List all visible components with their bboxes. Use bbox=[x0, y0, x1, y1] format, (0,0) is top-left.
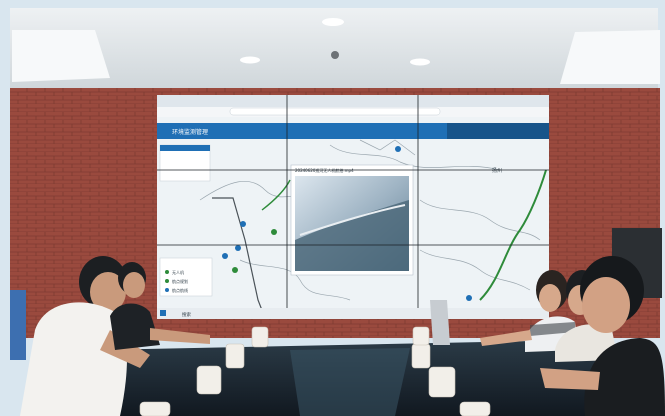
ceiling-camera bbox=[331, 51, 339, 59]
ceiling-light-left bbox=[12, 30, 110, 82]
ceiling-spotlight bbox=[410, 58, 430, 66]
panel-item: 航点规划 bbox=[172, 278, 188, 284]
table-reflection bbox=[290, 348, 410, 416]
ceiling-light-right bbox=[560, 30, 660, 84]
video-wall-screen: 环境监测管理 扬州 无人机 航点规划 航点航线 20240620巡河无人机航拍.… bbox=[157, 95, 549, 319]
ceiling-spotlight bbox=[322, 18, 344, 26]
app-title: 环境监测管理 bbox=[172, 128, 208, 136]
taskbar bbox=[157, 308, 549, 319]
map-label: 扬州 bbox=[492, 167, 502, 174]
panel-item: 无人机 bbox=[172, 269, 184, 275]
meeting-room-photo: 环境监测管理 扬州 无人机 航点规划 航点航线 20240620巡河无人机航拍.… bbox=[0, 0, 665, 416]
laptop bbox=[430, 300, 450, 345]
panel-item: 航点航线 bbox=[172, 287, 188, 293]
chair-blue bbox=[10, 290, 26, 360]
taskbar-search: 搜索 bbox=[182, 311, 191, 318]
ceiling-spotlight bbox=[240, 56, 260, 64]
